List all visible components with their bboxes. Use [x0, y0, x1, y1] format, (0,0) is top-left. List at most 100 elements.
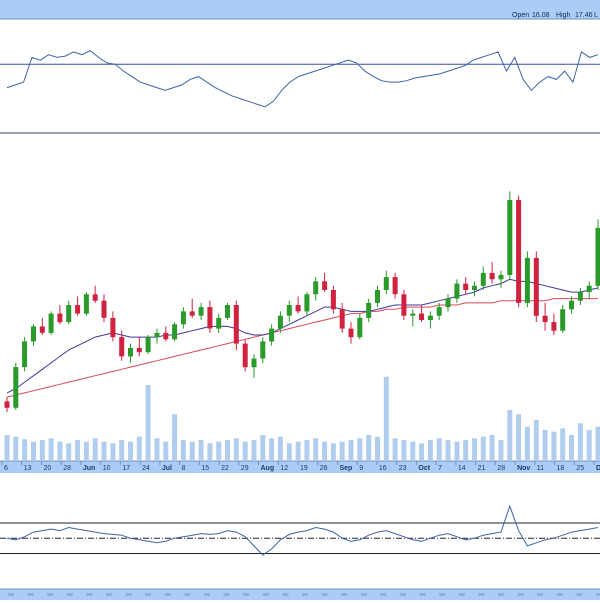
volume-bar [102, 442, 107, 460]
x-axis-label: 22 [221, 465, 229, 472]
candle-body [534, 258, 539, 316]
volume-bar [534, 420, 539, 460]
top-indicator-panel [0, 51, 600, 107]
bottom-axis-tick [459, 593, 465, 596]
volume-bar [463, 440, 468, 460]
header-open-value: 16.08 [532, 12, 550, 19]
candle-body [357, 318, 362, 337]
bottom-axis-tick [106, 593, 112, 596]
chart-canvas: Open 16.08 High 17.46 L 6132028Jun101724… [0, 0, 600, 600]
volume-bar [446, 440, 451, 460]
volume-bar [287, 443, 292, 460]
volume-bar [75, 440, 80, 460]
candle-body [5, 401, 10, 407]
x-axis-label: 29 [241, 465, 249, 472]
bottom-axis-tick [263, 593, 269, 596]
bottom-axis-tick [361, 593, 367, 596]
candle-body [225, 305, 230, 318]
x-axis-label: 13 [24, 465, 32, 472]
bottom-axis-tick [576, 593, 582, 596]
candle-body [313, 281, 318, 294]
candle-body [207, 307, 212, 328]
bottom-axis-tick [341, 593, 347, 596]
volume-bar [22, 439, 27, 460]
candle-body [499, 275, 504, 279]
x-axis-label: 8 [182, 465, 186, 472]
volume-bar [269, 438, 274, 460]
x-axis-label: Aug [261, 465, 275, 472]
candle-body [560, 309, 565, 330]
candle-body [84, 294, 89, 313]
candle-body [578, 292, 583, 301]
volume-bar [507, 410, 512, 460]
bottom-indicator-line [7, 506, 598, 555]
x-axis-label: 14 [458, 465, 466, 472]
candle-body [349, 329, 354, 338]
volume-bar [40, 440, 45, 460]
candle-body [507, 200, 512, 275]
header-high-label: High [556, 12, 571, 19]
candle-body [49, 314, 54, 333]
bottom-axis-tick [126, 593, 132, 596]
x-axis-label: 12 [280, 465, 288, 472]
bottom-axis-tick [28, 593, 34, 596]
volume-bar [499, 440, 504, 460]
volume-bar [525, 427, 530, 460]
volume-bar [516, 414, 521, 460]
candle-body [463, 284, 468, 290]
candle-body [252, 359, 257, 368]
x-axis-label: 18 [557, 465, 565, 472]
candle-body [446, 299, 451, 308]
candle-body [75, 305, 80, 314]
candle-body [490, 273, 495, 279]
volume-bar [172, 414, 177, 460]
bottom-axis-tick [282, 593, 288, 596]
bottom-axis-tick [302, 593, 308, 596]
volume-bar [49, 438, 54, 460]
candle-body [304, 294, 309, 311]
volume-bar [375, 437, 380, 460]
volume-bar [84, 442, 89, 460]
candle-body [340, 309, 345, 328]
stock-chart: Open 16.08 High 17.46 L 6132028Jun101724… [0, 0, 600, 600]
x-axis-label: Sep [340, 465, 353, 472]
candle-body [322, 281, 327, 290]
volume-bar [331, 443, 336, 460]
x-axis-label: 11 [537, 465, 544, 472]
price-panel [5, 191, 600, 460]
candle-body [102, 301, 107, 318]
volume-bar [437, 438, 442, 460]
candle-body [110, 318, 115, 337]
candle-body [13, 367, 18, 408]
volume-bar [587, 430, 592, 460]
candle-body [146, 337, 151, 352]
x-axis-label: 10 [103, 465, 111, 472]
candle-body [296, 305, 301, 311]
volume-bar [428, 440, 433, 460]
volume-bar [357, 438, 362, 460]
x-axis-label: 17 [122, 465, 130, 472]
volume-bar [578, 423, 583, 460]
x-axis-label: 21 [478, 465, 486, 472]
x-axis-label: 7 [438, 465, 442, 472]
candle-body [410, 314, 415, 316]
x-axis-label: 15 [201, 465, 209, 472]
bottom-axis-tick [537, 593, 543, 596]
candle-body [569, 301, 574, 310]
bottom-axis-tick [498, 593, 504, 596]
volume-bar [5, 435, 10, 460]
volume-bar [543, 430, 548, 460]
volume-bar [393, 438, 398, 460]
candle-body [401, 294, 406, 315]
bottom-axis-tick [518, 593, 524, 596]
x-axis-label: 19 [300, 465, 308, 472]
bottom-axis-tick [420, 593, 426, 596]
volume-bar [190, 442, 195, 460]
x-axis-label: 25 [576, 465, 584, 472]
header-open-label: Open [512, 12, 529, 19]
candle-body [93, 294, 98, 300]
candle-body [163, 333, 168, 339]
volume-bar [155, 438, 160, 460]
volume-bar [57, 442, 62, 460]
candle-body [278, 316, 283, 329]
